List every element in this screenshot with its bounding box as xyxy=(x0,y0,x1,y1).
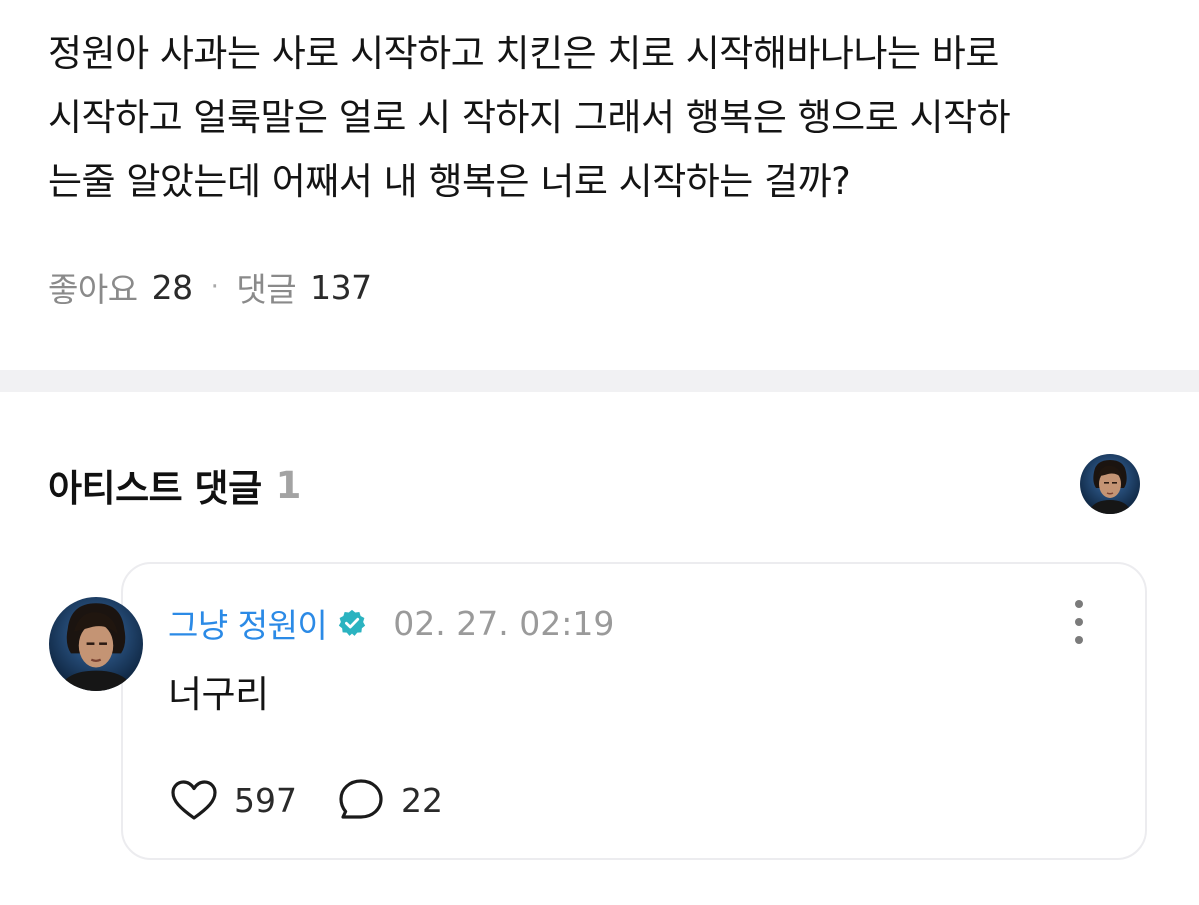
likes-count: 28 xyxy=(151,267,194,307)
post-container: 정원아 사과는 사로 시작하고 치킨은 치로 시작해바나나는 바로 시작하고 얼… xyxy=(0,0,1199,370)
comments-count: 137 xyxy=(310,267,372,307)
speech-bubble-icon xyxy=(339,779,383,819)
artist-avatar-button[interactable] xyxy=(1080,454,1140,514)
post-line: 는줄 알았는데 어째서 내 행복은 너로 시작하는 걸까? xyxy=(48,160,851,203)
verified-badge-icon xyxy=(337,608,367,638)
avatar-image xyxy=(49,597,143,691)
more-dot xyxy=(1075,636,1083,644)
comment-header: 그냥 정원이 02. 27. 02:19 xyxy=(168,597,614,649)
comments-label[interactable]: 댓글 xyxy=(236,263,296,311)
avatar-image xyxy=(1080,454,1140,514)
post-line: 시작하고 얼룩말은 얼로 시 작하지 그래서 행복은 행으로 시작하 xyxy=(48,96,1011,139)
comment-author-name[interactable]: 그냥 정원이 xyxy=(168,599,328,647)
reply-count: 22 xyxy=(401,780,443,820)
post-stats: 좋아요 28 · 댓글 137 xyxy=(48,262,372,312)
artist-comment-header: 아티스트 댓글 1 xyxy=(48,455,301,515)
reply-button[interactable]: 22 xyxy=(337,777,443,823)
comment-author-avatar[interactable] xyxy=(49,597,143,691)
stats-separator: · xyxy=(210,272,219,302)
comment-timestamp: 02. 27. 02:19 xyxy=(393,603,615,643)
like-button[interactable]: 597 xyxy=(170,779,297,821)
post-line: 정원아 사과는 사로 시작하고 치킨은 치로 시작해바나나는 바로 xyxy=(48,32,999,75)
section-title: 아티스트 댓글 xyxy=(48,467,262,510)
like-count: 597 xyxy=(234,780,297,820)
more-dot xyxy=(1075,618,1083,626)
likes-label[interactable]: 좋아요 xyxy=(48,263,138,311)
post-body: 정원아 사과는 사로 시작하고 치킨은 치로 시작해바나나는 바로 시작하고 얼… xyxy=(48,22,1158,214)
section-count: 1 xyxy=(275,463,302,507)
section-divider xyxy=(0,370,1199,392)
comment-text: 너구리 xyxy=(168,673,269,716)
more-options-icon[interactable] xyxy=(1062,600,1096,644)
comment-actions: 597 22 xyxy=(170,775,443,825)
heart-icon xyxy=(171,780,217,820)
more-dot xyxy=(1075,600,1083,608)
